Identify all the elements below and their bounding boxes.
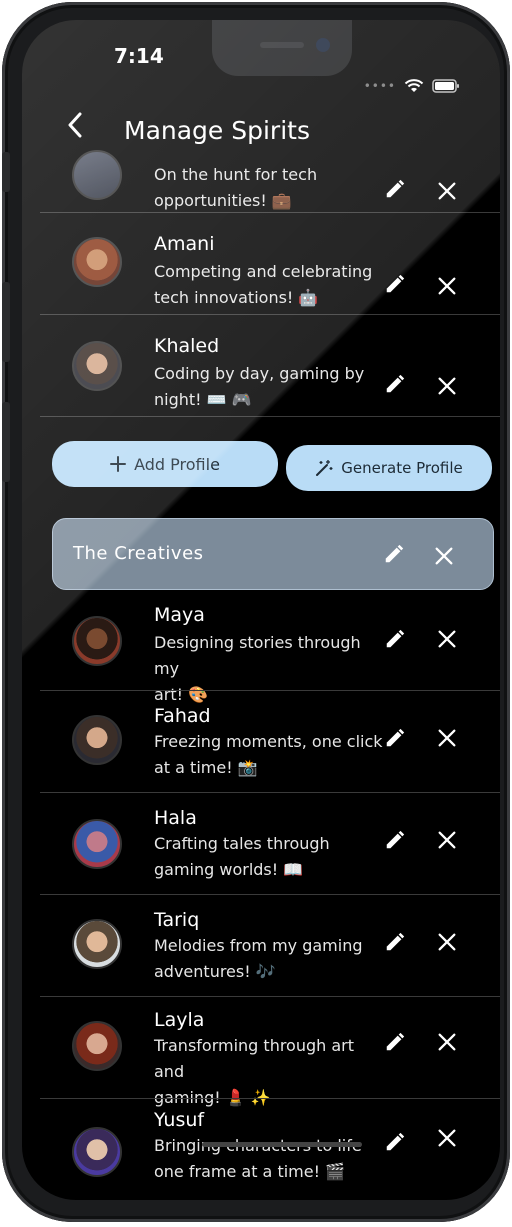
profile-name: Amani <box>154 233 215 255</box>
page-title: Manage Spirits <box>124 116 310 145</box>
profile-name: Layla <box>154 1009 205 1031</box>
close-icon[interactable] <box>433 545 455 567</box>
profile-name: Fahad <box>154 705 211 727</box>
plus-icon <box>110 456 127 472</box>
volume-up-button <box>2 282 10 362</box>
pencil-icon[interactable] <box>384 829 406 851</box>
avatar <box>72 341 122 391</box>
profile-bio: Bringing characters to life one frame at… <box>154 1136 362 1181</box>
pencil-icon[interactable] <box>384 931 406 953</box>
close-icon[interactable] <box>436 628 458 650</box>
list-item[interactable]: Khaled Coding by day, gaming by night! ⌨… <box>40 314 500 415</box>
list-item[interactable]: Yusuf Bringing characters to life one fr… <box>40 1098 500 1200</box>
profile-bio: Melodies from my gaming adventures! 🎶 <box>154 936 363 981</box>
profile-bio: Freezing moments, one click at a time! 📸 <box>154 732 383 777</box>
list-item[interactable]: Amani Competing and celebrating tech inn… <box>40 212 500 313</box>
pencil-icon[interactable] <box>384 273 406 295</box>
magic-wand-icon <box>316 460 333 476</box>
close-icon[interactable] <box>436 275 458 297</box>
avatar <box>72 919 122 969</box>
profile-name: Hala <box>154 807 197 829</box>
pencil-icon[interactable] <box>384 1031 406 1053</box>
avatar <box>72 237 122 287</box>
screen: 7:14 •••• Manage Spirits On the hunt for… <box>22 20 500 1200</box>
profile-name: Khaled <box>154 335 220 357</box>
chevron-left-icon <box>68 112 82 138</box>
phone-frame: 7:14 •••• Manage Spirits On the hunt for… <box>2 2 510 1222</box>
pencil-icon[interactable] <box>384 727 406 749</box>
avatar <box>72 1127 122 1177</box>
profile-bio: Crafting tales through gaming worlds! 📖 <box>154 834 330 879</box>
list-item[interactable]: On the hunt for tech opportunities! 💼 <box>40 150 500 210</box>
profile-name: Yusuf <box>154 1109 205 1131</box>
avatar <box>72 819 122 869</box>
profile-bio: On the hunt for tech opportunities! 💼 <box>154 165 318 210</box>
status-icons: •••• <box>364 78 460 94</box>
signal-dots-icon: •••• <box>363 79 396 93</box>
action-bar: Add Profile Generate Profile <box>40 416 500 503</box>
notch <box>212 20 352 76</box>
close-icon[interactable] <box>436 1031 458 1053</box>
avatar <box>72 150 122 200</box>
avatar <box>72 1021 122 1071</box>
camera <box>316 38 330 52</box>
profile-name: Maya <box>154 604 205 626</box>
profile-bio: Competing and celebrating tech innovatio… <box>154 262 373 307</box>
generate-profile-button[interactable]: Generate Profile <box>286 445 492 491</box>
pencil-icon[interactable] <box>384 1131 406 1153</box>
speaker <box>260 42 304 48</box>
battery-icon <box>432 79 460 93</box>
group-header[interactable]: The Creatives <box>52 518 494 590</box>
list-item[interactable]: Layla Transforming through art and gamin… <box>40 996 500 1107</box>
pencil-icon[interactable] <box>383 543 405 565</box>
profile-name: Tariq <box>154 909 200 931</box>
list-item[interactable]: Hala Crafting tales through gaming world… <box>40 792 500 893</box>
close-icon[interactable] <box>436 829 458 851</box>
pencil-icon[interactable] <box>384 373 406 395</box>
avatar <box>72 616 122 666</box>
add-profile-button[interactable]: Add Profile <box>52 441 278 487</box>
pencil-icon[interactable] <box>384 628 406 650</box>
list-item[interactable]: Fahad Freezing moments, one click at a t… <box>40 690 500 791</box>
close-icon[interactable] <box>436 727 458 749</box>
list-item[interactable]: Tariq Melodies from my gaming adventures… <box>40 894 500 995</box>
back-button[interactable] <box>62 110 88 140</box>
mute-switch <box>2 152 10 192</box>
list-item[interactable]: Maya Designing stories through my art! 🎨 <box>40 596 500 704</box>
home-indicator[interactable] <box>202 1142 362 1147</box>
avatar <box>72 715 122 765</box>
wifi-icon <box>404 78 424 94</box>
close-icon[interactable] <box>436 931 458 953</box>
profile-bio: Coding by day, gaming by night! ⌨️ 🎮 <box>154 364 365 409</box>
close-icon[interactable] <box>436 180 458 202</box>
group-title: The Creatives <box>73 543 204 564</box>
pencil-icon[interactable] <box>384 178 406 200</box>
status-time: 7:14 <box>114 44 164 68</box>
close-icon[interactable] <box>436 375 458 397</box>
close-icon[interactable] <box>436 1127 458 1149</box>
volume-down-button <box>2 402 10 482</box>
